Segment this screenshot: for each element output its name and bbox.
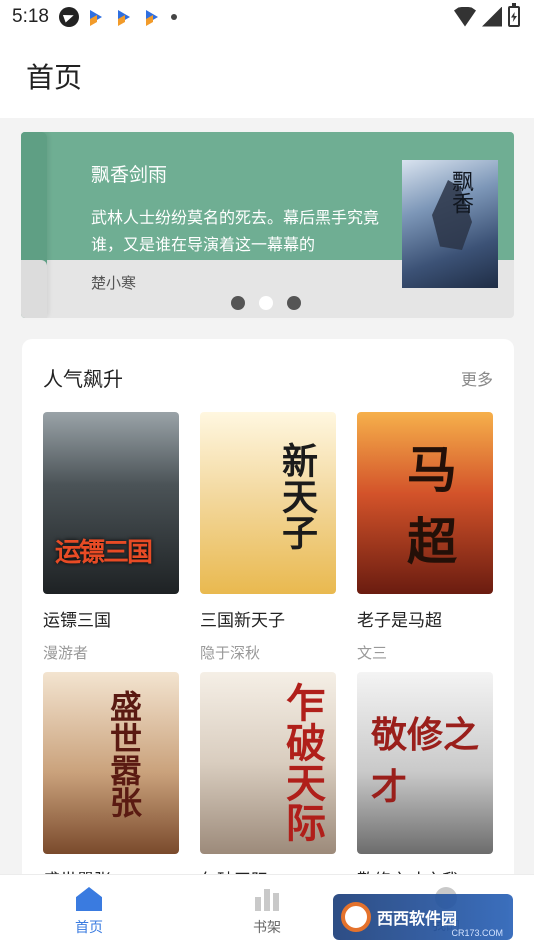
- book-card[interactable]: 运镖三国 运镖三国 漫游者: [43, 412, 179, 663]
- book-cover[interactable]: 敬修之才: [357, 672, 493, 854]
- cover-text: 乍破天际: [279, 682, 326, 842]
- battery-charging-icon: [508, 3, 520, 27]
- book-card[interactable]: 乍破天际 乍破天际: [200, 672, 336, 891]
- more-dot-icon: [170, 14, 177, 20]
- status-bar: 5:18: [0, 0, 534, 34]
- banner-book-title[interactable]: 飘香剑雨: [91, 160, 167, 187]
- nav-item-home[interactable]: 首页: [49, 887, 129, 937]
- banner-cover-text: 飘香: [448, 170, 473, 214]
- carousel-indicators: [231, 296, 301, 310]
- cover-text: 盛世嚣张: [105, 690, 143, 818]
- book-card[interactable]: 马超 老子是马超 文三: [357, 412, 493, 663]
- status-time: 5:18: [12, 6, 49, 27]
- book-cover[interactable]: 乍破天际: [200, 672, 336, 854]
- cover-text: 运镖三国: [55, 538, 153, 568]
- book-card[interactable]: 盛世嚣张 盛世嚣张: [43, 672, 179, 891]
- page-title: 首页: [26, 61, 83, 94]
- system-icons: [454, 3, 520, 27]
- cover-text: 马超: [407, 440, 457, 571]
- section-title: 人气飙升: [43, 367, 123, 391]
- banner-book-cover[interactable]: 飘香: [402, 160, 498, 288]
- book-cover[interactable]: 运镖三国: [43, 412, 179, 594]
- banner-prev-card-footer: [21, 260, 47, 318]
- telegram-icon: [58, 7, 79, 27]
- wifi-icon: [454, 6, 476, 27]
- more-link[interactable]: 更多: [461, 366, 493, 390]
- book-cover[interactable]: 盛世嚣张: [43, 672, 179, 854]
- cover-text: 敬修之才: [371, 714, 480, 808]
- app-notification-icon: [86, 7, 107, 27]
- popular-section: 人气飙升 更多 运镖三国 运镖三国 漫游者 新天子 三国新天子 隐于深秋 马超 …: [22, 339, 514, 939]
- book-author: 文三: [357, 644, 388, 662]
- app-notification-icon: [114, 7, 135, 27]
- book-card[interactable]: 敬修之才 敬修之才之我: [357, 672, 493, 891]
- signal-icon: [482, 6, 502, 27]
- watermark-text: 西西软件园: [377, 911, 458, 928]
- carousel-dot[interactable]: [287, 296, 301, 310]
- banner-book-description: 武林人士纷纷莫名的死去。幕后黑手究竟谁，又是谁在导演着这一幕幕的: [91, 208, 380, 254]
- book-author: 漫游者: [43, 644, 89, 662]
- nav-item-bookshelf[interactable]: 书架: [227, 887, 307, 937]
- app-bar: 首页: [0, 34, 534, 118]
- bookshelf-icon: [253, 887, 281, 911]
- book-title: 运镖三国: [43, 611, 111, 631]
- watermark-url: CR173.COM: [451, 928, 503, 938]
- home-icon: [76, 887, 102, 911]
- carousel-dot[interactable]: [231, 296, 245, 310]
- book-title: 老子是马超: [357, 611, 442, 631]
- book-author: 隐于深秋: [200, 644, 261, 662]
- book-cover[interactable]: 马超: [357, 412, 493, 594]
- banner-carousel[interactable]: 飘香剑雨 武林人士纷纷莫名的死去。幕后黑手究竟谁，又是谁在导演着这一幕幕的 楚小…: [21, 132, 514, 318]
- book-title: 三国新天子: [200, 611, 285, 631]
- nav-label-bookshelf: 书架: [253, 920, 281, 936]
- watermark-icon: [341, 902, 371, 932]
- app-notification-icon: [142, 7, 163, 27]
- carousel-dot-active[interactable]: [259, 296, 273, 310]
- book-cover[interactable]: 新天子: [200, 412, 336, 594]
- book-card[interactable]: 新天子 三国新天子 隐于深秋: [200, 412, 336, 663]
- watermark-logo: 西西软件园 CR173.COM: [333, 894, 513, 940]
- nav-label-home: 首页: [75, 920, 103, 936]
- banner-book-author: 楚小寒: [91, 274, 137, 292]
- cover-text: 新天子: [276, 442, 318, 550]
